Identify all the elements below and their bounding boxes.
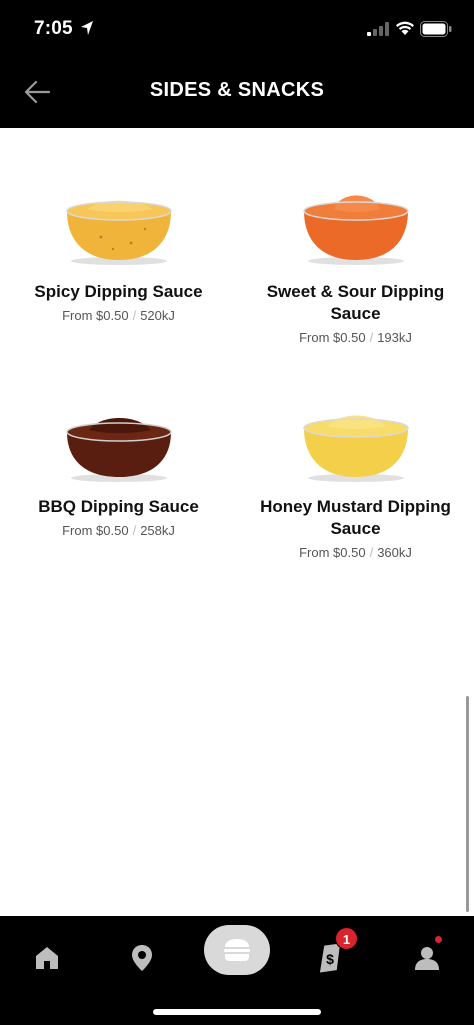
product-meta: From $0.50/360kJ: [237, 545, 474, 560]
bbq-sauce-image: [65, 418, 172, 482]
product-card[interactable]: Sweet & Sour Dipping Sauce From $0.50/19…: [237, 193, 474, 345]
product-energy: 360kJ: [377, 545, 412, 560]
svg-text:$: $: [326, 951, 334, 967]
offers-badge: 1: [335, 927, 358, 950]
account-notification-dot: [435, 936, 442, 943]
nav-home[interactable]: [23, 934, 71, 982]
product-card[interactable]: Honey Mustard Dipping Sauce From $0.50/3…: [237, 410, 474, 560]
menu-burger-icon: [224, 939, 250, 961]
product-meta: From $0.50/520kJ: [0, 308, 237, 323]
product-energy: 258kJ: [140, 523, 175, 538]
home-icon: [36, 947, 58, 969]
product-name: Honey Mustard Dipping Sauce: [260, 497, 451, 538]
product-price: From $0.50: [62, 308, 129, 323]
cellular-signal-icon: [367, 22, 389, 36]
product-energy: 520kJ: [140, 308, 175, 323]
product-meta: From $0.50/193kJ: [237, 330, 474, 345]
product-name: Spicy Dipping Sauce: [34, 282, 203, 301]
top-bar: 7:05 SIDES & SNACKS: [0, 0, 474, 128]
page-title: SIDES & SNACKS: [149, 79, 325, 101]
location-icon: [132, 945, 152, 971]
meta-separator: /: [132, 308, 137, 323]
honey-mustard-sauce-image: [302, 415, 409, 482]
home-indicator[interactable]: [153, 1009, 321, 1015]
sweet-sour-sauce-image: [302, 195, 409, 265]
location-services-icon: [81, 21, 93, 35]
meta-separator: /: [132, 523, 137, 538]
product-meta: From $0.50/258kJ: [0, 523, 237, 538]
product-card[interactable]: BBQ Dipping Sauce From $0.50/258kJ: [0, 410, 237, 538]
scroll-indicator[interactable]: [466, 696, 469, 912]
nav-menu[interactable]: [204, 925, 270, 975]
battery-icon: [420, 21, 452, 37]
product-price: From $0.50: [299, 545, 366, 560]
product-price: From $0.50: [299, 330, 366, 345]
spicy-sauce-image: [65, 200, 172, 265]
product-name: Sweet & Sour Dipping Sauce: [266, 282, 445, 323]
product-price: From $0.50: [62, 523, 129, 538]
nav-locations[interactable]: [118, 934, 166, 982]
meta-separator: /: [369, 330, 374, 345]
product-name: BBQ Dipping Sauce: [38, 497, 199, 516]
meta-separator: /: [369, 545, 374, 560]
nav-account[interactable]: [403, 934, 451, 982]
status-bar: 7:05: [0, 0, 474, 62]
wifi-icon: [396, 21, 414, 35]
product-card[interactable]: Spicy Dipping Sauce From $0.50/520kJ: [0, 193, 237, 323]
status-time: 7:05: [34, 18, 73, 39]
account-icon: [415, 947, 439, 970]
product-energy: 193kJ: [377, 330, 412, 345]
